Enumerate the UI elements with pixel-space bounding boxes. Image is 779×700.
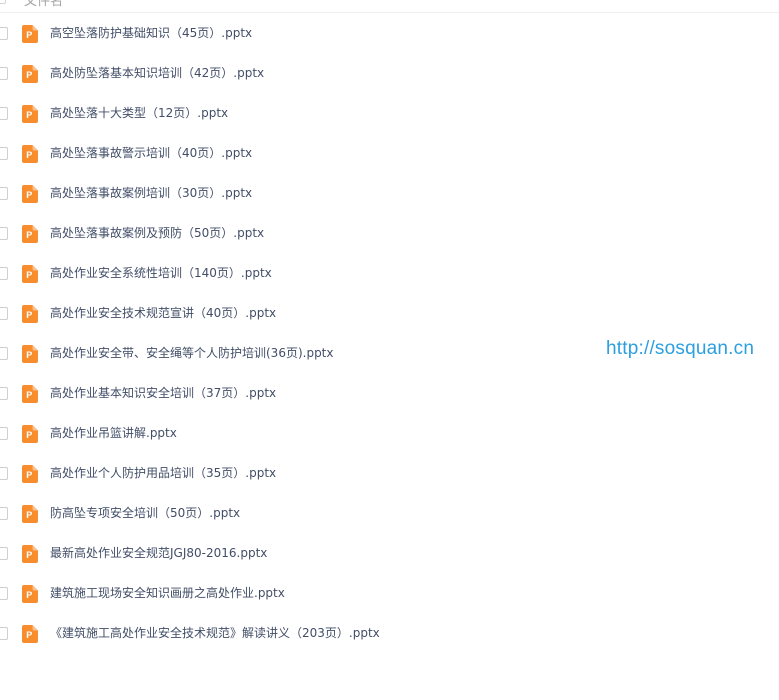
- svg-text:P: P: [26, 310, 32, 320]
- pptx-file-icon: P: [22, 105, 38, 123]
- svg-text:P: P: [26, 470, 32, 480]
- file-name[interactable]: 高处坠落事故案例及预防（50页）.pptx: [50, 225, 264, 241]
- pptx-file-icon: P: [22, 385, 38, 403]
- file-row[interactable]: P 《建筑施工高处作业安全技术规范》解读讲义（203页）.pptx: [0, 613, 779, 653]
- row-checkbox[interactable]: [0, 307, 8, 320]
- file-row[interactable]: P 高处作业个人防护用品培训（35页）.pptx: [0, 453, 779, 493]
- svg-text:P: P: [26, 430, 32, 440]
- file-row[interactable]: P 防高坠专项安全培训（50页）.pptx: [0, 493, 779, 533]
- file-name[interactable]: 高处作业安全系统性培训（140页）.pptx: [50, 265, 272, 281]
- file-list-page: 文件名 P 高空坠落防护基础知识（45页）.pptx P 高处防坠落基本知识培训…: [0, 0, 779, 700]
- pptx-file-icon: P: [22, 505, 38, 523]
- row-checkbox[interactable]: [0, 387, 8, 400]
- file-row[interactable]: P 高处坠落十大类型（12页）.pptx: [0, 93, 779, 133]
- row-checkbox[interactable]: [0, 627, 8, 640]
- row-checkbox[interactable]: [0, 427, 8, 440]
- file-name[interactable]: 高处作业个人防护用品培训（35页）.pptx: [50, 465, 276, 481]
- file-name[interactable]: 高空坠落防护基础知识（45页）.pptx: [50, 25, 252, 41]
- row-checkbox[interactable]: [0, 467, 8, 480]
- select-all-checkbox[interactable]: [0, 0, 6, 4]
- row-checkbox[interactable]: [0, 587, 8, 600]
- pptx-file-icon: P: [22, 305, 38, 323]
- file-row[interactable]: P 高处防坠落基本知识培训（42页）.pptx: [0, 53, 779, 93]
- file-list: P 高空坠落防护基础知识（45页）.pptx P 高处防坠落基本知识培训（42页…: [0, 13, 779, 653]
- pptx-file-icon: P: [22, 65, 38, 83]
- row-checkbox[interactable]: [0, 147, 8, 160]
- file-name[interactable]: 防高坠专项安全培训（50页）.pptx: [50, 505, 240, 521]
- file-name[interactable]: 高处防坠落基本知识培训（42页）.pptx: [50, 65, 264, 81]
- pptx-file-icon: P: [22, 625, 38, 643]
- pptx-file-icon: P: [22, 465, 38, 483]
- svg-text:P: P: [26, 630, 32, 640]
- list-header: 文件名: [0, 0, 779, 13]
- row-checkbox[interactable]: [0, 227, 8, 240]
- file-name[interactable]: 高处作业安全带、安全绳等个人防护培训(36页).pptx: [50, 345, 334, 361]
- svg-text:P: P: [26, 590, 32, 600]
- svg-text:P: P: [26, 110, 32, 120]
- row-checkbox[interactable]: [0, 107, 8, 120]
- pptx-file-icon: P: [22, 185, 38, 203]
- file-row[interactable]: P 高处作业基本知识安全培训（37页）.pptx: [0, 373, 779, 413]
- row-checkbox[interactable]: [0, 67, 8, 80]
- svg-text:P: P: [26, 190, 32, 200]
- row-checkbox[interactable]: [0, 187, 8, 200]
- svg-text:P: P: [26, 350, 32, 360]
- file-row[interactable]: P 最新高处作业安全规范JGJ80-2016.pptx: [0, 533, 779, 573]
- file-name[interactable]: 《建筑施工高处作业安全技术规范》解读讲义（203页）.pptx: [50, 625, 380, 641]
- pptx-file-icon: P: [22, 145, 38, 163]
- file-row[interactable]: P 建筑施工现场安全知识画册之高处作业.pptx: [0, 573, 779, 613]
- svg-text:P: P: [26, 70, 32, 80]
- svg-text:P: P: [26, 270, 32, 280]
- file-name[interactable]: 高处作业基本知识安全培训（37页）.pptx: [50, 385, 276, 401]
- pptx-file-icon: P: [22, 265, 38, 283]
- row-checkbox[interactable]: [0, 347, 8, 360]
- file-name[interactable]: 高处作业吊篮讲解.pptx: [50, 425, 177, 441]
- file-name[interactable]: 建筑施工现场安全知识画册之高处作业.pptx: [50, 585, 285, 601]
- svg-text:P: P: [26, 550, 32, 560]
- svg-text:P: P: [26, 390, 32, 400]
- file-row[interactable]: P 高处作业吊篮讲解.pptx: [0, 413, 779, 453]
- svg-text:P: P: [26, 30, 32, 40]
- row-checkbox[interactable]: [0, 27, 8, 40]
- column-header-filename: 文件名: [24, 0, 64, 9]
- row-checkbox[interactable]: [0, 547, 8, 560]
- file-name[interactable]: 高处坠落十大类型（12页）.pptx: [50, 105, 228, 121]
- pptx-file-icon: P: [22, 25, 38, 43]
- file-name[interactable]: 高处坠落事故案例培训（30页）.pptx: [50, 185, 252, 201]
- file-row[interactable]: P 高处作业安全系统性培训（140页）.pptx: [0, 253, 779, 293]
- file-row[interactable]: P 高处坠落事故警示培训（40页）.pptx: [0, 133, 779, 173]
- file-row[interactable]: P 高处作业安全技术规范宣讲（40页）.pptx: [0, 293, 779, 333]
- file-row[interactable]: P 高处坠落事故案例及预防（50页）.pptx: [0, 213, 779, 253]
- watermark-url: http://sosquan.cn: [606, 338, 755, 359]
- file-name[interactable]: 高处坠落事故警示培训（40页）.pptx: [50, 145, 252, 161]
- file-row[interactable]: P 高处坠落事故案例培训（30页）.pptx: [0, 173, 779, 213]
- file-row[interactable]: P 高空坠落防护基础知识（45页）.pptx: [0, 13, 779, 53]
- svg-text:P: P: [26, 230, 32, 240]
- svg-text:P: P: [26, 510, 32, 520]
- pptx-file-icon: P: [22, 425, 38, 443]
- row-checkbox[interactable]: [0, 507, 8, 520]
- pptx-file-icon: P: [22, 585, 38, 603]
- pptx-file-icon: P: [22, 345, 38, 363]
- file-name[interactable]: 高处作业安全技术规范宣讲（40页）.pptx: [50, 305, 276, 321]
- svg-text:P: P: [26, 150, 32, 160]
- row-checkbox[interactable]: [0, 267, 8, 280]
- pptx-file-icon: P: [22, 225, 38, 243]
- pptx-file-icon: P: [22, 545, 38, 563]
- file-name[interactable]: 最新高处作业安全规范JGJ80-2016.pptx: [50, 545, 267, 561]
